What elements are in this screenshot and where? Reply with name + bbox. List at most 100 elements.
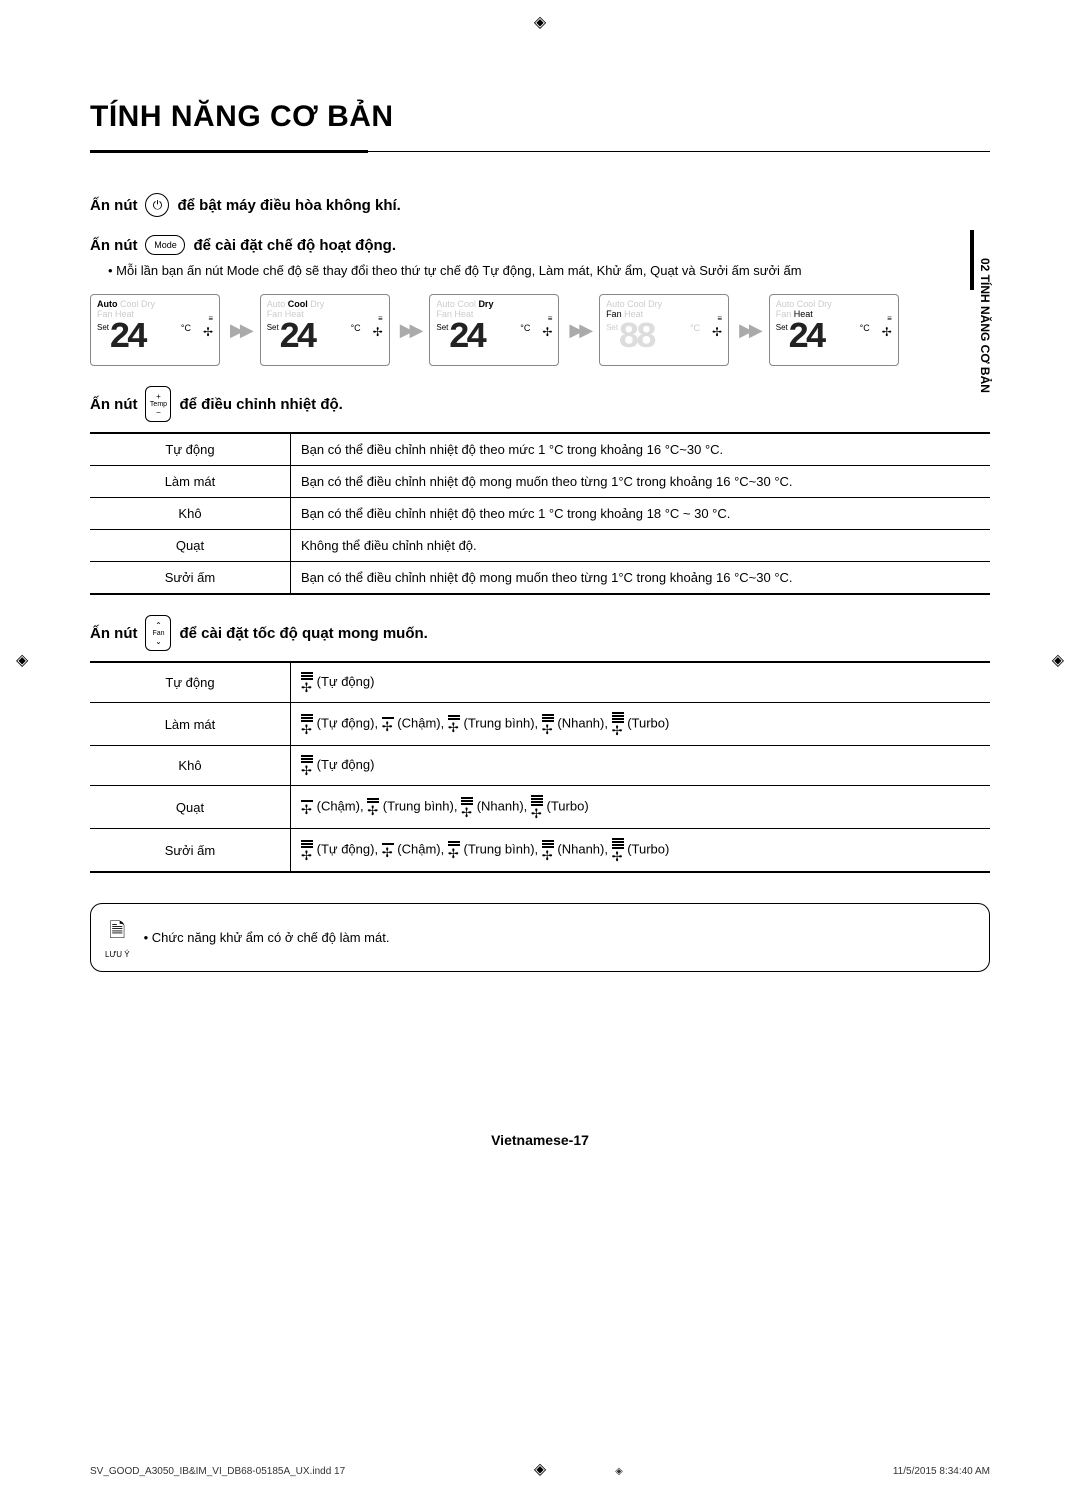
fan-speed-icon: ✢ xyxy=(382,716,394,733)
lcd-auto: Auto Cool Dry Fan Heat Set 24 °C ≡ ✢ xyxy=(90,294,220,366)
mode-cell: Tự động xyxy=(90,662,291,703)
mode-button-icon: Mode xyxy=(145,235,185,255)
speed-label: (Tự động) xyxy=(313,841,374,856)
desc-cell: Bạn có thể điều chỉnh nhiệt độ theo mức … xyxy=(291,498,991,530)
table-row: Tự độngBạn có thể điều chỉnh nhiệt độ th… xyxy=(90,433,990,466)
mode-cell: Quạt xyxy=(90,530,291,562)
text: để cài đặt tốc độ quạt mong muốn. xyxy=(179,625,427,642)
table-row: Tự động✢ (Tự động) xyxy=(90,662,990,703)
table-row: Sưởi ấmBạn có thể điều chỉnh nhiệt độ mo… xyxy=(90,562,990,595)
desc-cell: Bạn có thể điều chỉnh nhiệt độ mong muốn… xyxy=(291,466,991,498)
mode-cell: Làm mát xyxy=(90,703,291,746)
speeds-cell: ✢ (Chậm), ✢ (Trung bình), ✢ (Nhanh), ✢ (… xyxy=(291,786,991,829)
speed-label: (Chậm) xyxy=(394,841,441,856)
mode-cell: Làm mát xyxy=(90,466,291,498)
speed-label: (Nhanh) xyxy=(473,798,524,813)
fan-speed-icon: ✢ xyxy=(301,754,313,777)
title-underline-thick xyxy=(90,150,368,153)
text: Ấn nút xyxy=(90,396,137,413)
speed-label: (Trung bình) xyxy=(460,715,535,730)
mode-cell: Sưởi ấm xyxy=(90,562,291,595)
speed-label: (Nhanh) xyxy=(554,841,605,856)
text: để điều chỉnh nhiệt độ. xyxy=(179,396,342,413)
table-row: KhôBạn có thể điều chỉnh nhiệt độ theo m… xyxy=(90,498,990,530)
text: Ấn nút xyxy=(90,625,137,642)
speed-label: (Tự động) xyxy=(313,674,374,689)
section-side-tab: 02 TÍNH NĂNG CƠ BẢN xyxy=(974,230,996,420)
arrow-icon: ▶▶ xyxy=(400,320,420,341)
fan-speed-icon: ✢ xyxy=(542,839,554,862)
table-row: Quạt✢ (Chậm), ✢ (Trung bình), ✢ (Nhanh),… xyxy=(90,786,990,829)
desc-cell: Bạn có thể điều chỉnh nhiệt độ mong muốn… xyxy=(291,562,991,595)
text: Ấn nút xyxy=(90,237,137,254)
print-time: 11/5/2015 8:34:40 AM xyxy=(893,1466,990,1477)
fan-speed-icon: ✢ xyxy=(448,840,460,860)
fan-table: Tự động✢ (Tự động)Làm mát✢ (Tự động), ✢ … xyxy=(90,661,990,873)
fan-speed-icon: ✢ xyxy=(531,794,543,820)
speed-label: (Turbo) xyxy=(543,798,589,813)
mode-cell: Khô xyxy=(90,746,291,786)
speed-label: (Trung bình) xyxy=(379,798,454,813)
desc-cell: Bạn có thể điều chỉnh nhiệt độ theo mức … xyxy=(291,433,991,466)
instruction-mode: Ấn nút Mode để cài đặt chế độ hoạt động. xyxy=(90,235,990,255)
page-title-block: TÍNH NĂNG CƠ BẢN xyxy=(90,100,990,153)
speeds-cell: ✢ (Tự động) xyxy=(291,662,991,703)
table-row: Làm mát✢ (Tự động), ✢ (Chậm), ✢ (Trung b… xyxy=(90,703,990,746)
title-underline-thin xyxy=(368,151,990,152)
lcd-cool: Auto Cool Dry Fan Heat Set 24 °C ≡ ✢ xyxy=(260,294,390,366)
desc-cell: Không thể điều chỉnh nhiệt độ. xyxy=(291,530,991,562)
fan-speed-icon: ✢ xyxy=(542,713,554,736)
fan-speed-icon: ✢ xyxy=(461,796,473,819)
temp-table: Tự độngBạn có thể điều chỉnh nhiệt độ th… xyxy=(90,432,990,595)
speed-label: (Nhanh) xyxy=(554,715,605,730)
text: để cài đặt chế độ hoạt động. xyxy=(193,237,396,254)
mode-cell: Khô xyxy=(90,498,291,530)
mode-cell: Quạt xyxy=(90,786,291,829)
table-row: Khô✢ (Tự động) xyxy=(90,746,990,786)
instruction-power: Ấn nút ⏻ để bật máy điều hòa không khí. xyxy=(90,193,990,217)
speed-label: (Chậm) xyxy=(394,715,441,730)
table-row: Sưởi ấm✢ (Tự động), ✢ (Chậm), ✢ (Trung b… xyxy=(90,829,990,873)
lcd-heat: Auto Cool Dry Fan Heat Set 24 °C ≡ ✢ xyxy=(769,294,899,366)
speed-label: (Tự động) xyxy=(313,757,374,772)
speed-label: (Turbo) xyxy=(624,841,670,856)
power-button-icon: ⏻ xyxy=(145,193,169,217)
speed-label: (Turbo) xyxy=(624,715,670,730)
instruction-fan: Ấn nút ⌃ Fan ⌄ để cài đặt tốc độ quạt mo… xyxy=(90,615,990,651)
page-number: Vietnamese-17 xyxy=(90,1132,990,1148)
table-row: Làm mátBạn có thể điều chỉnh nhiệt độ mo… xyxy=(90,466,990,498)
speed-label: (Tự động) xyxy=(313,715,374,730)
fan-speed-icon: ✢ xyxy=(301,839,313,862)
print-file: SV_GOOD_A3050_IB&IM_VI_DB68-05185A_UX.in… xyxy=(90,1466,345,1477)
fan-speed-icon: ✢ xyxy=(612,837,624,863)
note-box: 🗎 LƯU Ý • Chức năng khử ẩm có ở chế độ l… xyxy=(90,903,990,972)
print-reg-icon: ◈ xyxy=(615,1466,623,1477)
note-text: • Chức năng khử ẩm có ở chế độ làm mát. xyxy=(144,930,390,945)
table-row: QuạtKhông thể điều chỉnh nhiệt độ. xyxy=(90,530,990,562)
fan-speed-icon: ✢ xyxy=(301,671,313,694)
text: để bật máy điều hòa không khí. xyxy=(177,197,400,214)
speeds-cell: ✢ (Tự động) xyxy=(291,746,991,786)
arrow-icon: ▶▶ xyxy=(739,320,759,341)
fan-button-icon: ⌃ Fan ⌄ xyxy=(145,615,171,651)
fan-speed-icon: ✢ xyxy=(448,714,460,734)
page-title: TÍNH NĂNG CƠ BẢN xyxy=(90,100,990,140)
mode-cell: Tự động xyxy=(90,433,291,466)
print-metadata: SV_GOOD_A3050_IB&IM_VI_DB68-05185A_UX.in… xyxy=(90,1466,990,1477)
note-icon: 🗎 LƯU Ý xyxy=(105,916,130,959)
mode-bullet: Mỗi lần bạn ấn nút Mode chế độ sẽ thay đ… xyxy=(108,263,990,278)
arrow-icon: ▶▶ xyxy=(230,320,250,341)
lcd-dry: Auto Cool Dry Fan Heat Set 24 °C ≡ ✢ xyxy=(429,294,559,366)
fan-speed-icon: ✢ xyxy=(367,797,379,817)
text: Ấn nút xyxy=(90,197,137,214)
mode-sequence-row: Auto Cool Dry Fan Heat Set 24 °C ≡ ✢ ▶▶ … xyxy=(90,294,990,366)
fan-speed-icon: ✢ xyxy=(301,799,313,816)
lcd-fan: Auto Cool Dry Fan Heat Set 88 °C ≡ ✢ xyxy=(599,294,729,366)
instruction-temp: Ấn nút + Temp − để điều chỉnh nhiệt độ. xyxy=(90,386,990,422)
speed-label: (Trung bình) xyxy=(460,841,535,856)
speeds-cell: ✢ (Tự động), ✢ (Chậm), ✢ (Trung bình), ✢… xyxy=(291,703,991,746)
speeds-cell: ✢ (Tự động), ✢ (Chậm), ✢ (Trung bình), ✢… xyxy=(291,829,991,873)
arrow-icon: ▶▶ xyxy=(569,320,589,341)
mode-cell: Sưởi ấm xyxy=(90,829,291,873)
fan-speed-icon: ✢ xyxy=(612,711,624,737)
